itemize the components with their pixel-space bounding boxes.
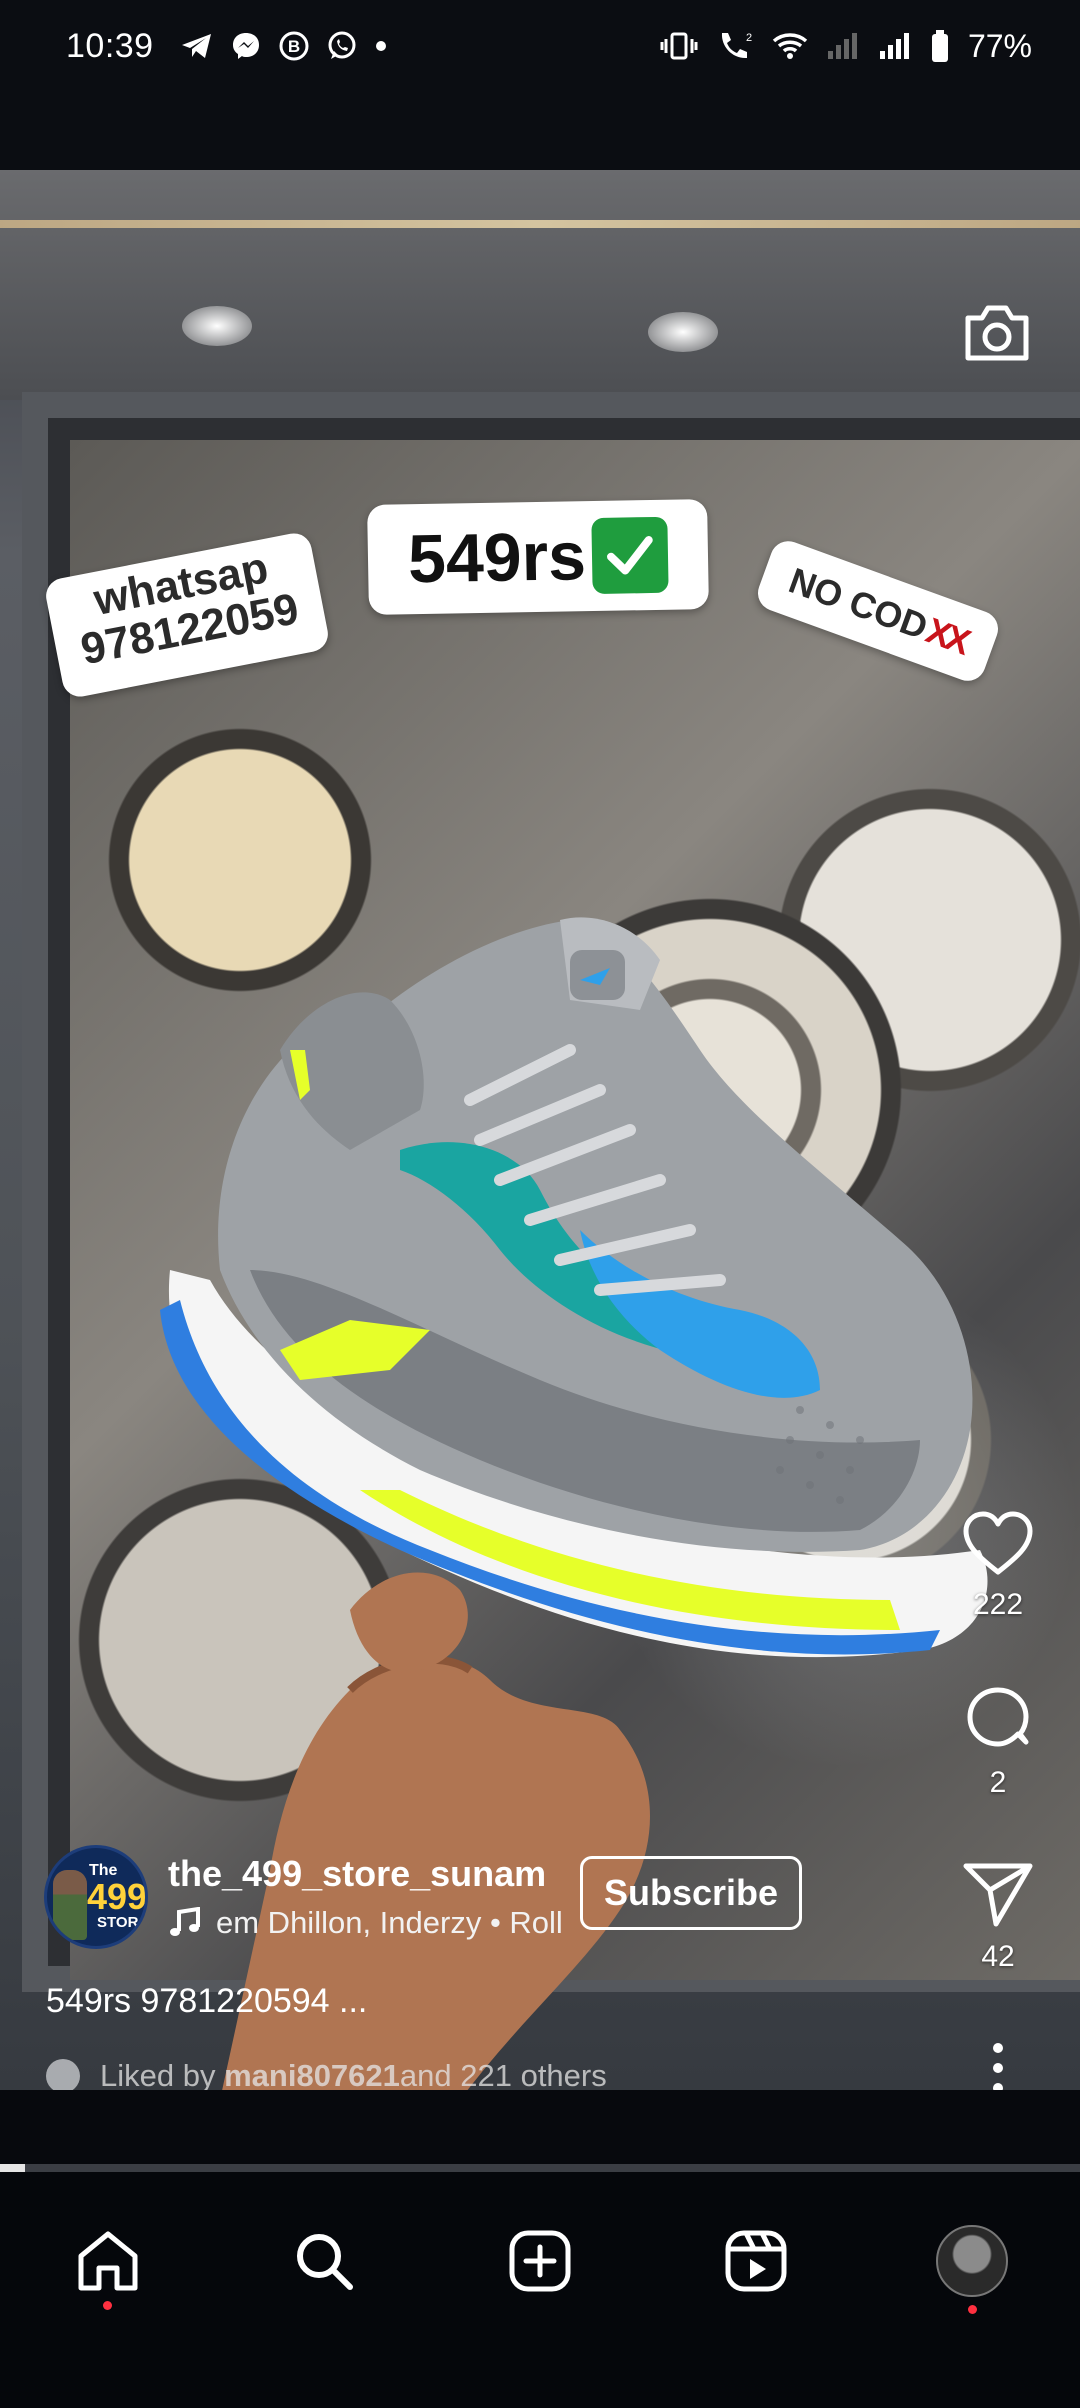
create-icon	[509, 2230, 571, 2292]
audio-track[interactable]: em Dhillon, Inderzy • Roll	[168, 1905, 568, 1941]
messenger-icon	[230, 30, 262, 62]
liked-user[interactable]: mani807621	[224, 2058, 400, 2090]
home-icon	[78, 2231, 138, 2291]
video-progress-fill	[0, 2164, 25, 2172]
battery-icon	[930, 29, 950, 63]
camera-button[interactable]	[962, 300, 1032, 364]
account-row: The 499 STOR the_499_store_sunam em Dhil…	[44, 1845, 944, 1949]
avatar-store: STOR	[97, 1914, 139, 1931]
liked-suffix: and 221 others	[399, 2058, 607, 2090]
price-sticker: 549rs	[367, 499, 709, 615]
wifi-icon	[772, 31, 808, 61]
nav-home[interactable]	[53, 2206, 163, 2316]
avatar-number: 499	[87, 1876, 148, 1917]
nav-profile[interactable]	[917, 2206, 1027, 2316]
check-mark-icon	[591, 516, 669, 595]
top-spacer	[0, 92, 1080, 170]
account-avatar[interactable]: The 499 STOR	[44, 1845, 148, 1949]
b-icon: B	[278, 30, 310, 62]
battery-percent: 77%	[967, 27, 1032, 64]
music-icon	[170, 1907, 200, 1936]
reels-icon	[725, 2230, 787, 2292]
share-button[interactable]: 42	[960, 1858, 1036, 1974]
notification-dot	[103, 2301, 112, 2310]
whatsapp-icon	[326, 30, 358, 62]
search-icon	[297, 2234, 353, 2290]
bottom-nav	[0, 2172, 1080, 2408]
reel-bottom-spacer	[0, 2090, 1080, 2164]
signal-icon	[826, 31, 860, 61]
signal-icon	[878, 31, 912, 61]
subscribe-button[interactable]: Subscribe	[580, 1856, 802, 1930]
reel-video[interactable]: 549rs whatsap 978122059 NO COD XX 222 2 …	[0, 170, 1080, 2090]
comment-count: 2	[989, 1766, 1007, 1799]
reel-actions: 222 2 42	[950, 1510, 1046, 2090]
system-icons: 2 77%	[660, 28, 1032, 65]
wifi-calling-icon: 2	[716, 29, 754, 63]
liked-avatar	[46, 2059, 80, 2090]
liked-prefix: Liked by	[100, 2058, 216, 2090]
share-count: 42	[981, 1940, 1015, 1973]
avatar-person	[53, 1870, 87, 1940]
status-time: 10:39	[66, 26, 154, 65]
profile-avatar	[936, 2225, 1008, 2297]
nav-reels[interactable]	[701, 2206, 811, 2316]
like-count: 222	[972, 1588, 1024, 1621]
background-ceiling	[0, 170, 1080, 400]
more-vertical-icon	[993, 2043, 1003, 2090]
notification-dot	[968, 2305, 977, 2314]
comment-icon	[967, 1687, 1029, 1747]
audio-title: em Dhillon, Inderzy • Roll	[216, 1905, 563, 1940]
status-bar: 10:39 B 2 77%	[0, 0, 1080, 92]
comment-button[interactable]: 2	[960, 1680, 1036, 1800]
nav-create[interactable]	[485, 2206, 595, 2316]
nav-search[interactable]	[269, 2206, 379, 2316]
more-options-button[interactable]	[992, 2042, 1004, 2090]
liked-by[interactable]: Liked by mani807621 and 221 others	[46, 2058, 607, 2090]
video-progress-bar[interactable]	[0, 2164, 1080, 2172]
svg-text:B: B	[287, 37, 299, 56]
caption[interactable]: 549rs 9781220594 ...	[46, 1982, 367, 2021]
background-light-strip	[0, 220, 1080, 228]
username[interactable]: the_499_store_sunam	[168, 1853, 568, 1895]
vibrate-icon	[660, 31, 698, 61]
heart-icon	[963, 1511, 1033, 1575]
price-text: 549rs	[407, 518, 587, 598]
background-spotlight	[182, 306, 252, 346]
background-spotlight	[648, 312, 718, 352]
send-icon	[963, 1863, 1033, 1927]
like-button[interactable]: 222	[960, 1510, 1036, 1622]
camera-icon	[965, 305, 1029, 361]
dot-icon	[374, 39, 388, 53]
account-text: the_499_store_sunam em Dhillon, Inderzy …	[168, 1853, 568, 1941]
telegram-icon	[180, 31, 214, 61]
notification-icons: B	[180, 30, 388, 62]
svg-text:2: 2	[746, 32, 752, 44]
